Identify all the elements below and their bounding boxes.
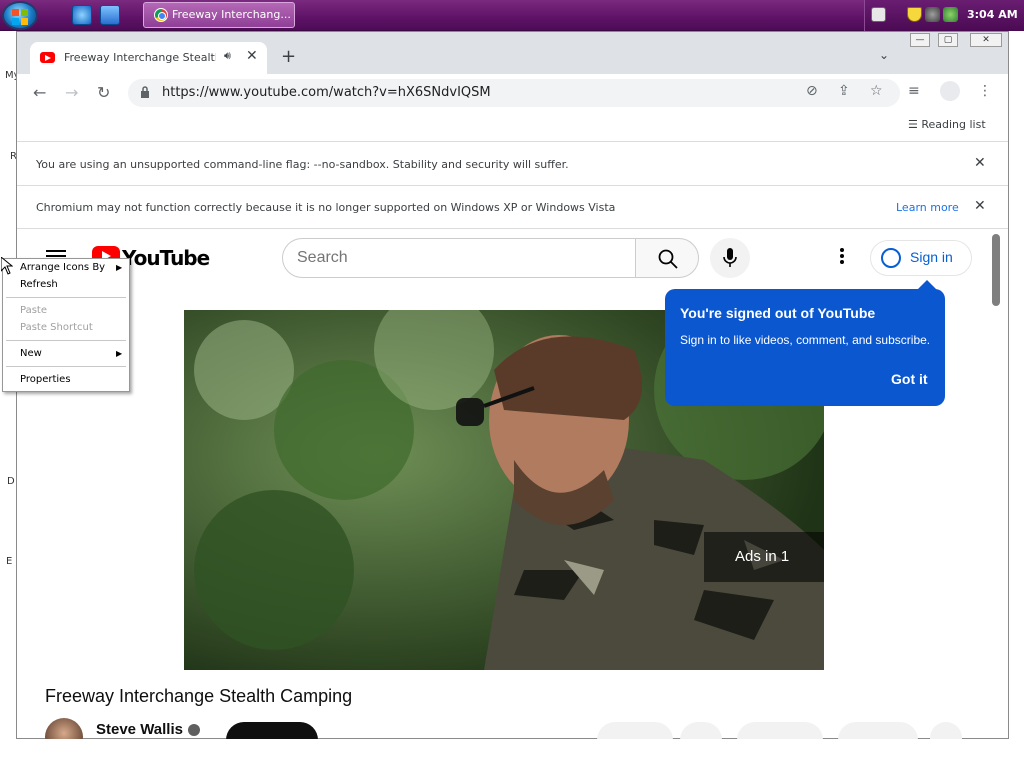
got-it-button[interactable]: Got it	[891, 371, 928, 387]
desktop-icon-label[interactable]: E	[6, 556, 12, 567]
infobar-message: You are using an unsupported command-lin…	[36, 158, 569, 171]
submenu-arrow-icon: ▶	[116, 263, 123, 272]
channel-name[interactable]: Steve Wallis	[96, 721, 183, 738]
search-input[interactable]	[297, 248, 617, 268]
quick-launch-icon[interactable]	[100, 5, 120, 25]
search-icon	[658, 249, 678, 269]
sign-in-button[interactable]: Sign in	[870, 240, 972, 276]
speaker-icon[interactable]	[925, 7, 940, 22]
search-button[interactable]	[635, 238, 699, 278]
bookmark-star-icon[interactable]: ☆	[870, 83, 883, 99]
minimize-button[interactable]: —	[910, 33, 930, 47]
infobar-message: Chromium may not function correctly beca…	[36, 201, 616, 214]
search-box	[282, 238, 636, 278]
forward-button[interactable]: →	[65, 83, 78, 102]
verified-check-icon	[188, 724, 200, 736]
submenu-arrow-icon: ▶	[116, 349, 123, 358]
close-infobar-icon[interactable]: ✕	[974, 198, 986, 214]
infobar-sandbox: You are using an unsupported command-lin…	[17, 144, 1008, 186]
lock-icon	[141, 86, 149, 98]
tab-title: Freeway Interchange Stealth Ca	[64, 51, 216, 64]
media-queue-icon[interactable]: ≡	[908, 83, 920, 99]
video-title: Freeway Interchange Stealth Camping	[45, 686, 353, 706]
menu-item-arrange-icons-by[interactable]: Arrange Icons By	[20, 262, 105, 273]
menu-separator	[6, 340, 126, 341]
close-infobar-icon[interactable]: ✕	[974, 155, 986, 171]
address-bar[interactable]: https://www.youtube.com/watch?v=hX6SNdvI…	[128, 79, 900, 107]
reading-list-label: Reading list	[921, 118, 986, 131]
ads-countdown[interactable]: Ads in 1	[704, 532, 824, 582]
back-button[interactable]: ←	[33, 83, 46, 102]
chromium-icon	[154, 8, 168, 22]
menu-item-paste-shortcut: Paste Shortcut	[20, 322, 93, 333]
tab-youtube[interactable]: Freeway Interchange Stealth Ca 🔊︎ ✕	[30, 42, 267, 75]
account-circle-icon	[881, 248, 901, 268]
close-window-button[interactable]: ✕	[970, 33, 1002, 47]
ads-countdown-label: Ads in 1	[735, 548, 790, 565]
network-icon[interactable]	[943, 7, 958, 22]
speaker-icon[interactable]: 🔊︎	[224, 49, 231, 63]
taskbar-item-browser[interactable]: Freeway Interchang...	[143, 2, 295, 28]
url-text[interactable]: https://www.youtube.com/watch?v=hX6SNdvI…	[162, 85, 491, 100]
menu-item-refresh[interactable]: Refresh	[20, 279, 58, 290]
signed-out-tooltip: You're signed out of YouTube Sign in to …	[665, 280, 945, 406]
desktop-context-menu: Arrange Icons By ▶ Refresh Paste Paste S…	[2, 258, 130, 392]
tab-search-chevron-icon[interactable]: ⌄	[879, 48, 889, 62]
voice-search-button[interactable]	[710, 238, 750, 278]
tooltip-title: You're signed out of YouTube	[680, 305, 876, 321]
reading-list-icon: ☰	[908, 118, 922, 131]
menu-separator	[6, 366, 126, 367]
desktop-background	[0, 739, 1024, 768]
share-icon[interactable]: ⇪	[838, 83, 850, 99]
learn-more-link[interactable]: Learn more	[896, 201, 959, 214]
taskbar-item-label: Freeway Interchang...	[172, 8, 291, 21]
sign-in-label: Sign in	[910, 249, 953, 265]
tracking-eye-off-icon[interactable]: ⊘	[806, 83, 818, 99]
menu-separator	[6, 297, 126, 298]
menu-item-new[interactable]: New	[20, 348, 42, 359]
menu-item-paste: Paste	[20, 305, 47, 316]
internet-explorer-icon[interactable]	[72, 5, 92, 25]
menu-kebab-icon[interactable]: ⋮	[978, 83, 992, 99]
profile-icon[interactable]	[940, 81, 960, 101]
youtube-logo-text[interactable]: YouTube	[122, 246, 210, 270]
scrollbar-thumb[interactable]	[992, 234, 1000, 306]
hamburger-menu-icon[interactable]	[46, 250, 66, 252]
maximize-button[interactable]: ▢	[938, 33, 958, 47]
microphone-icon	[723, 248, 737, 267]
infobar-unsupported: Chromium may not function correctly beca…	[17, 187, 1008, 229]
mouse-cursor-icon	[1, 257, 13, 275]
bookmarks-bar	[17, 112, 1008, 142]
reading-list-button[interactable]: ☰ Reading list	[908, 118, 986, 131]
desktop-icon-label[interactable]: D	[7, 476, 15, 487]
settings-kebab-icon[interactable]	[840, 248, 844, 252]
taskbar: Freeway Interchang... 3:04 AM	[0, 0, 1024, 31]
start-button[interactable]	[2, 1, 38, 30]
page-scrollbar[interactable]	[988, 230, 1007, 738]
new-tab-button[interactable]: +	[281, 46, 296, 67]
clock[interactable]: 3:04 AM	[967, 8, 1018, 21]
shield-icon[interactable]	[907, 7, 922, 22]
tooltip-body: Sign in to like videos, comment, and sub…	[680, 333, 931, 347]
reload-button[interactable]: ↻	[97, 83, 110, 102]
keyboard-icon[interactable]	[871, 7, 886, 22]
close-tab-icon[interactable]: ✕	[246, 48, 258, 64]
menu-item-properties[interactable]: Properties	[20, 374, 71, 385]
windows-logo-icon	[12, 9, 28, 25]
youtube-favicon-icon	[40, 52, 55, 63]
